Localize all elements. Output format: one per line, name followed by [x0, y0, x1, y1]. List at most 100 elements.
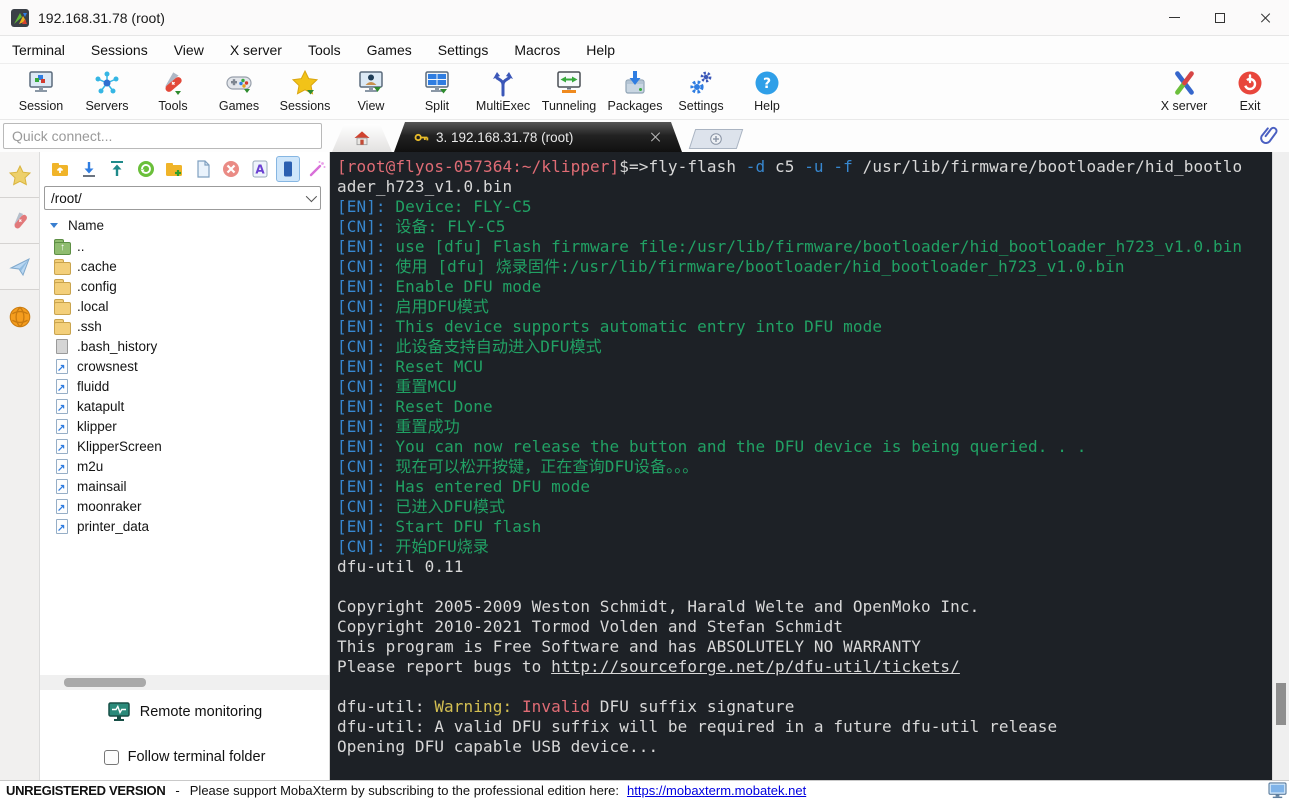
file-row[interactable]: katapult: [40, 396, 329, 416]
terminal-line: [EN]: use [dfu] Flash firmware file:/usr…: [337, 237, 1243, 256]
main-toolbar: Session Servers Tools Games Sessions Vie…: [0, 64, 1289, 120]
upload-icon: [111, 161, 124, 176]
download-button[interactable]: [76, 156, 100, 182]
file-row[interactable]: KlipperScreen: [40, 436, 329, 456]
terminal-scrollbar-thumb[interactable]: [1276, 683, 1286, 725]
file-row[interactable]: .cache: [40, 256, 329, 276]
menu-view[interactable]: View: [174, 42, 204, 58]
file-name: klipper: [77, 418, 117, 434]
sidebar-tab-sftp[interactable]: [0, 304, 39, 330]
terminal-line: [EN]: Start DFU flash: [337, 517, 542, 536]
quick-connect-input[interactable]: Quick connect...: [3, 123, 322, 149]
terminal-line: [EN]: Has entered DFU mode: [337, 477, 591, 496]
file-row[interactable]: .config: [40, 276, 329, 296]
sidebar-tab-sessions[interactable]: [0, 152, 39, 198]
file-row[interactable]: crowsnest: [40, 356, 329, 376]
tab-home[interactable]: [332, 124, 392, 152]
text-editor-toggle-button[interactable]: [275, 156, 301, 182]
tab-active-session[interactable]: 3. 192.168.31.78 (root): [394, 122, 682, 152]
file-row[interactable]: .ssh: [40, 316, 329, 336]
remote-monitoring-button[interactable]: Remote monitoring: [40, 690, 329, 734]
toolbar-settings-button[interactable]: Settings: [668, 66, 734, 113]
toolbar-packages-button[interactable]: Packages: [602, 66, 668, 113]
menu-games[interactable]: Games: [367, 42, 412, 58]
toolbar-multiexec-button[interactable]: MultiExec: [470, 66, 536, 113]
attachments-paperclip-icon[interactable]: [1259, 124, 1281, 146]
toolbar-tunneling-button[interactable]: Tunneling: [536, 66, 602, 113]
star-icon: [291, 69, 319, 95]
minimize-button[interactable]: [1151, 0, 1197, 35]
file-row[interactable]: printer_data: [40, 516, 329, 536]
toolbar-sessions-button[interactable]: Sessions: [272, 66, 338, 113]
menu-tools[interactable]: Tools: [308, 42, 341, 58]
new-file-button[interactable]: [190, 156, 214, 182]
menu-xserver[interactable]: X server: [230, 42, 282, 58]
file-row[interactable]: .local: [40, 296, 329, 316]
menu-terminal[interactable]: Terminal: [12, 42, 65, 58]
main-area: A /root/ Name .. .cache .config .local .ssh.…: [0, 152, 1289, 780]
new-folder-button[interactable]: [162, 156, 186, 182]
file-row[interactable]: .bash_history: [40, 336, 329, 356]
sidebar-tab-macros[interactable]: [0, 244, 39, 290]
go-up-folder-button[interactable]: [48, 156, 72, 182]
path-dropdown[interactable]: /root/: [44, 186, 321, 210]
toolbar-servers-button[interactable]: Servers: [74, 66, 140, 113]
toolbar-view-button[interactable]: View: [338, 66, 404, 113]
close-icon: [1260, 12, 1272, 24]
menu-sessions[interactable]: Sessions: [91, 42, 148, 58]
terminal-line: [EN]: Reset Done: [337, 397, 493, 416]
menu-help[interactable]: Help: [586, 42, 615, 58]
terminal-line: [CN]: 重置MCU: [337, 377, 457, 396]
close-button[interactable]: [1243, 0, 1289, 35]
title-bar: 192.168.31.78 (root): [0, 0, 1289, 36]
toolbar-help-button[interactable]: ? Help: [734, 66, 800, 113]
file-row[interactable]: fluidd: [40, 376, 329, 396]
link-icon: [56, 378, 68, 394]
follow-terminal-checkbox[interactable]: [103, 749, 119, 765]
packages-icon: [625, 71, 645, 94]
tab-close-button[interactable]: [650, 131, 662, 143]
toolbar-xserver-button[interactable]: X server: [1151, 66, 1217, 113]
refresh-button[interactable]: [133, 156, 157, 182]
window-title: 192.168.31.78 (root): [38, 9, 165, 26]
terminal-scrollbar[interactable]: [1272, 152, 1289, 780]
toolbar-games-button[interactable]: Games: [206, 66, 272, 113]
chevron-down-icon: [305, 190, 318, 203]
new-tab-button[interactable]: [688, 129, 744, 149]
toolbar-session-button[interactable]: Session: [8, 66, 74, 113]
file-row[interactable]: klipper: [40, 416, 329, 436]
menu-settings[interactable]: Settings: [438, 42, 489, 58]
sidebar-tab-tools[interactable]: [0, 198, 39, 244]
toolbar-label: X server: [1160, 99, 1208, 113]
terminal-line: [EN]: You can now release the button and…: [337, 437, 1087, 456]
status-bar: UNREGISTERED VERSION - Please support Mo…: [0, 780, 1289, 799]
horizontal-scrollbar[interactable]: [40, 675, 329, 690]
follow-terminal-folder-row[interactable]: Follow terminal folder: [40, 734, 329, 780]
toolbar-split-button[interactable]: Split: [404, 66, 470, 113]
wand-button[interactable]: [304, 156, 328, 182]
file-list-header[interactable]: Name: [40, 214, 329, 236]
remote-monitoring-icon: [108, 702, 130, 721]
upload-button[interactable]: [105, 156, 129, 182]
toolbar-exit-button[interactable]: Exit: [1217, 66, 1283, 113]
terminal-line: [EN]: 重置成功: [337, 417, 460, 436]
rename-button[interactable]: A: [247, 156, 271, 182]
unregistered-label: UNREGISTERED VERSION: [6, 782, 166, 798]
terminal-line: This program is Free Software and has AB…: [337, 637, 921, 656]
file-row[interactable]: ..: [40, 236, 329, 256]
terminal-line: [CN]: 开始DFU烧录: [337, 537, 490, 556]
delete-button[interactable]: [219, 156, 243, 182]
maximize-button[interactable]: [1197, 0, 1243, 35]
toolbar-tools-button[interactable]: Tools: [140, 66, 206, 113]
file-row[interactable]: mainsail: [40, 476, 329, 496]
file-row[interactable]: m2u: [40, 456, 329, 476]
mini-monitor-icon[interactable]: [1268, 781, 1287, 799]
file-row[interactable]: moonraker: [40, 496, 329, 516]
mobatek-link[interactable]: https://mobaxterm.mobatek.net: [627, 783, 806, 798]
file-name: m2u: [77, 458, 104, 474]
scrollbar-thumb[interactable]: [64, 678, 146, 687]
toolbar-label: Help: [754, 99, 780, 113]
terminal-output[interactable]: [root@flyos-057364:~/klipper]$=>fly-flas…: [330, 152, 1272, 780]
menu-macros[interactable]: Macros: [514, 42, 560, 58]
status-separator: -: [175, 782, 180, 798]
